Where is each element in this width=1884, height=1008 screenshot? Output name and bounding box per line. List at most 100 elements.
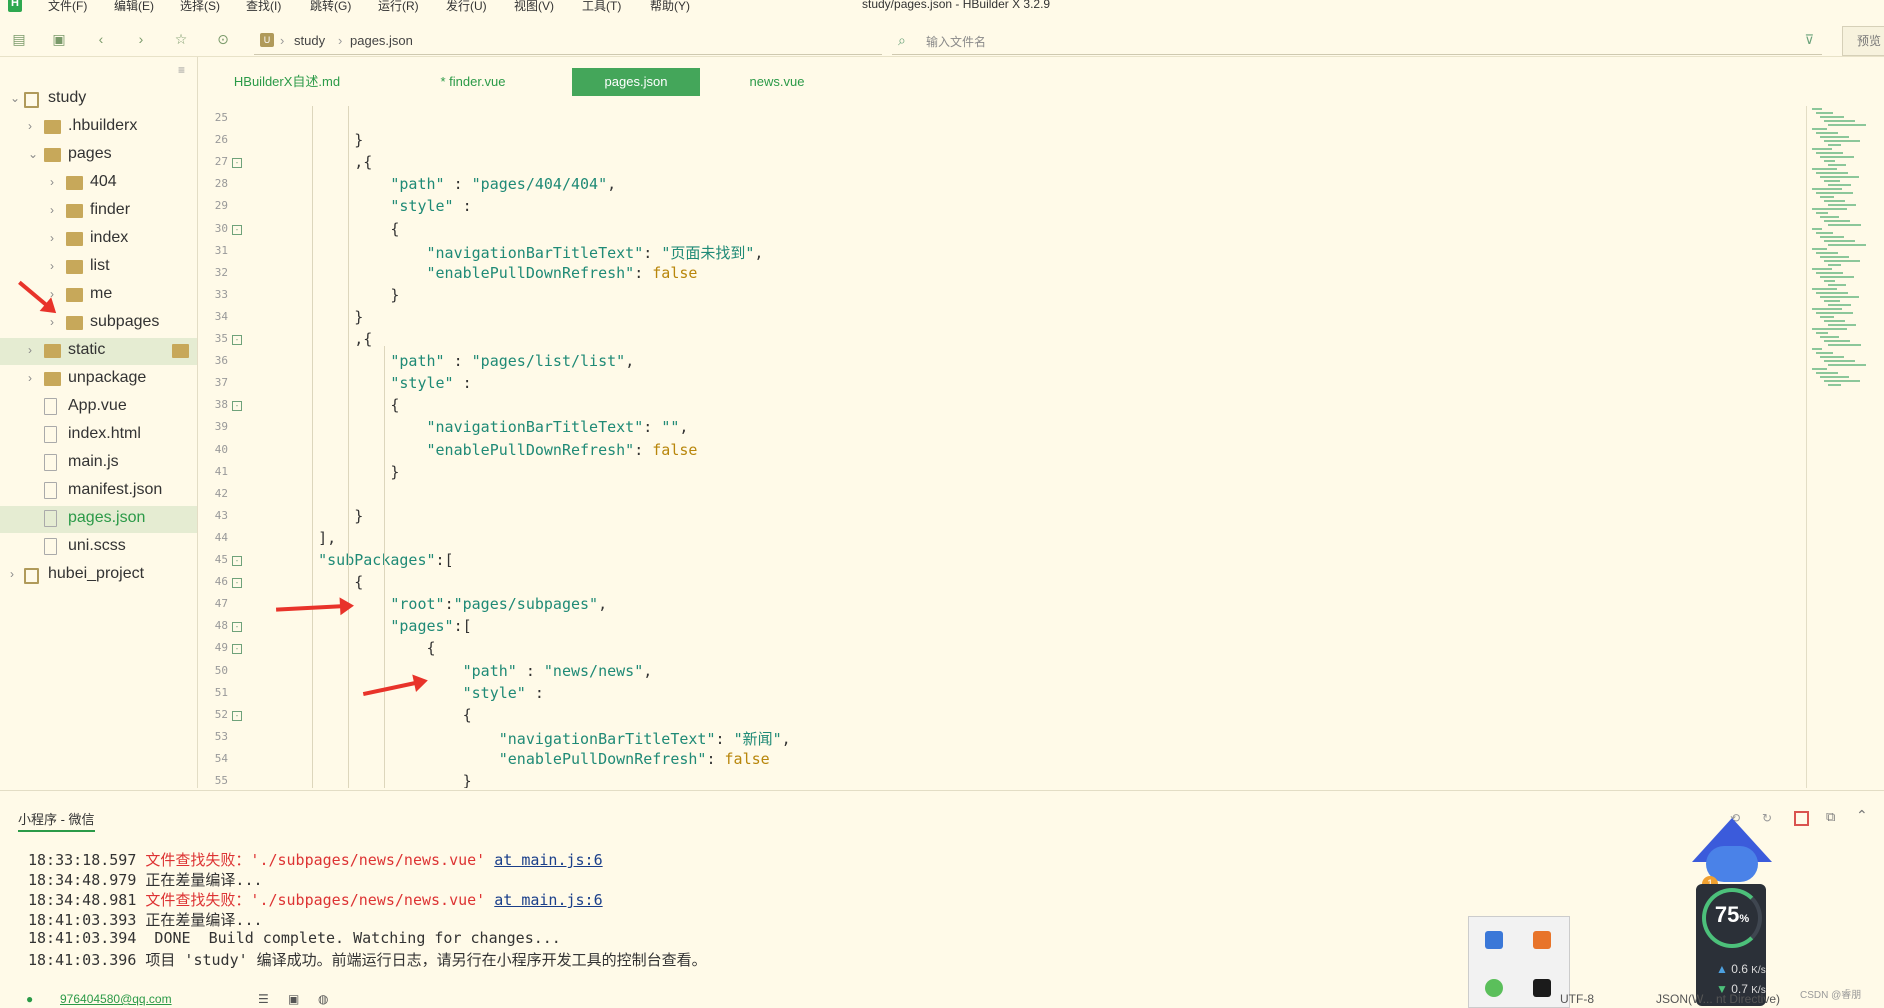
- tab-news-vue[interactable]: news.vue: [714, 68, 840, 96]
- sidebar-item-hbuilderx[interactable]: › .hbuilderx: [0, 114, 197, 141]
- sidebar-item-static[interactable]: › static: [0, 338, 197, 365]
- code-editor[interactable]: 25 26 } 27- ,{28 "path" : "pages/404/404"…: [198, 106, 1808, 788]
- code-line[interactable]: {: [282, 396, 399, 414]
- sidebar-item-unpackage[interactable]: › unpackage: [0, 366, 197, 393]
- chevron-right-icon[interactable]: ›: [50, 259, 54, 273]
- code-line[interactable]: "style" :: [282, 684, 544, 702]
- open-folder-icon[interactable]: [172, 344, 189, 358]
- fold-toggle-icon[interactable]: -: [232, 158, 242, 169]
- code-line[interactable]: "path" : "pages/list/list",: [282, 352, 634, 370]
- security-app-icon[interactable]: [1485, 931, 1503, 949]
- code-line[interactable]: {: [282, 639, 435, 657]
- chevron-right-icon[interactable]: ›: [28, 371, 32, 385]
- code-line[interactable]: "pages":[: [282, 617, 471, 635]
- forward-icon[interactable]: ›: [132, 30, 150, 48]
- code-line[interactable]: ,{: [282, 153, 372, 171]
- sidebar-item-finder[interactable]: › finder: [0, 198, 197, 225]
- sidebar-item-main-js[interactable]: main.js: [0, 450, 197, 477]
- code-line[interactable]: }: [282, 131, 363, 149]
- chevron-right-icon[interactable]: ›: [28, 343, 32, 357]
- code-line[interactable]: "path" : "pages/404/404",: [282, 175, 616, 193]
- menu-file[interactable]: 文件(F): [48, 0, 87, 14]
- sidebar-menu-icon[interactable]: ≡: [178, 63, 185, 77]
- language-mode-label[interactable]: JSON(W... nt Directive): [1656, 992, 1780, 1006]
- chevron-right-icon[interactable]: ›: [50, 231, 54, 245]
- code-line[interactable]: "navigationBarTitleText": "页面未找到",: [282, 242, 764, 263]
- chevron-right-icon[interactable]: ›: [50, 203, 54, 217]
- tab-finder-vue[interactable]: * finder.vue: [410, 68, 536, 96]
- code-line[interactable]: }: [282, 308, 363, 326]
- menu-edit[interactable]: 编辑(E): [114, 0, 154, 14]
- sidebar-item-app-vue[interactable]: App.vue: [0, 394, 197, 421]
- fold-toggle-icon[interactable]: -: [232, 401, 242, 412]
- code-line[interactable]: }: [282, 286, 399, 304]
- chevron-down-icon[interactable]: ⌄: [10, 91, 20, 105]
- sidebar-item-uni-scss[interactable]: uni.scss: [0, 534, 197, 561]
- chevron-right-icon[interactable]: ›: [28, 119, 32, 133]
- menu-goto[interactable]: 跳转(G): [310, 0, 351, 14]
- code-line[interactable]: "enablePullDownRefresh": false: [282, 264, 698, 282]
- code-line[interactable]: {: [282, 573, 363, 591]
- terminal-icon[interactable]: ▣: [288, 992, 299, 1006]
- fold-toggle-icon[interactable]: -: [232, 622, 242, 633]
- sidebar-item-pages-json[interactable]: pages.json: [0, 506, 197, 533]
- code-line[interactable]: }: [282, 463, 399, 481]
- code-line[interactable]: "navigationBarTitleText": "新闻",: [282, 728, 791, 749]
- code-line[interactable]: "style" :: [282, 197, 471, 215]
- run-icon[interactable]: ⊙: [214, 30, 232, 48]
- log-source-link[interactable]: at main.js:6: [494, 851, 602, 869]
- globe-icon[interactable]: ◍: [318, 992, 328, 1006]
- account-icon[interactable]: ●: [26, 992, 33, 1006]
- code-line[interactable]: "subPackages":[: [282, 551, 453, 569]
- save-icon[interactable]: ▣: [50, 30, 68, 48]
- preview-button[interactable]: 预览: [1842, 26, 1884, 56]
- code-line[interactable]: ,{: [282, 330, 372, 348]
- xampp-icon[interactable]: [1533, 931, 1551, 949]
- encoding-label[interactable]: UTF-8: [1560, 992, 1594, 1006]
- back-icon[interactable]: ‹: [92, 30, 110, 48]
- tab-pages-json[interactable]: pages.json: [572, 68, 700, 96]
- code-line[interactable]: "navigationBarTitleText": "",: [282, 418, 689, 436]
- code-line[interactable]: "enablePullDownRefresh": false: [282, 441, 698, 459]
- log-source-link[interactable]: at main.js:6: [494, 891, 602, 909]
- chevron-right-icon[interactable]: ›: [10, 567, 14, 581]
- chevron-down-icon[interactable]: ⌄: [28, 147, 38, 161]
- star-icon[interactable]: ☆: [172, 30, 190, 48]
- code-line[interactable]: [282, 109, 354, 127]
- sidebar-item-list[interactable]: › list: [0, 254, 197, 281]
- file-search-box[interactable]: ⌕ 输入文件名 ⊽: [892, 28, 1822, 55]
- menu-view[interactable]: 视图(V): [514, 0, 554, 14]
- menu-find[interactable]: 查找(I): [246, 0, 281, 14]
- open-external-icon[interactable]: ⧉: [1826, 809, 1835, 825]
- code-line[interactable]: "enablePullDownRefresh": false: [282, 750, 770, 768]
- address-bar[interactable]: U study › › pages.json: [254, 28, 882, 55]
- breadcrumb-file[interactable]: pages.json: [350, 33, 413, 48]
- menu-publish[interactable]: 发行(U): [446, 0, 487, 14]
- new-file-icon[interactable]: ▤: [10, 30, 28, 48]
- fold-toggle-icon[interactable]: -: [232, 335, 242, 345]
- sidebar-item-subpages[interactable]: › subpages: [0, 310, 197, 337]
- code-line[interactable]: }: [282, 772, 472, 788]
- fold-toggle-icon[interactable]: -: [232, 644, 242, 655]
- menu-run[interactable]: 运行(R): [378, 0, 419, 14]
- code-line[interactable]: "style" :: [282, 374, 471, 392]
- sidebar-item-me[interactable]: › me: [0, 282, 197, 309]
- sidebar-item-index[interactable]: › index: [0, 226, 197, 253]
- sidebar-item-pages[interactable]: ⌄ pages: [0, 142, 197, 169]
- chevron-right-icon[interactable]: ›: [50, 175, 54, 189]
- sidebar-item-study[interactable]: ⌄ study: [0, 86, 197, 113]
- console-tab-wechat[interactable]: 小程序 - 微信: [18, 809, 95, 832]
- menu-help[interactable]: 帮助(Y): [650, 0, 690, 14]
- code-line[interactable]: }: [282, 507, 363, 525]
- sidebar-item-manifest-json[interactable]: manifest.json: [0, 478, 197, 505]
- code-line[interactable]: {: [282, 706, 472, 724]
- fold-toggle-icon[interactable]: -: [232, 710, 242, 721]
- collapse-panel-icon[interactable]: ⌃: [1856, 807, 1868, 824]
- sidebar-item-hubei-project[interactable]: › hubei_project: [0, 562, 197, 589]
- stop-icon[interactable]: [1794, 811, 1809, 826]
- network-speed-gauge[interactable]: 75% ▲ 0.6 K/s ▼ 0.7 K/s: [1696, 884, 1766, 1006]
- minimap[interactable]: [1806, 108, 1884, 388]
- list-icon[interactable]: ☰: [258, 992, 269, 1006]
- menu-tools[interactable]: 工具(T): [582, 0, 621, 14]
- code-line[interactable]: "path" : "news/news",: [282, 662, 653, 680]
